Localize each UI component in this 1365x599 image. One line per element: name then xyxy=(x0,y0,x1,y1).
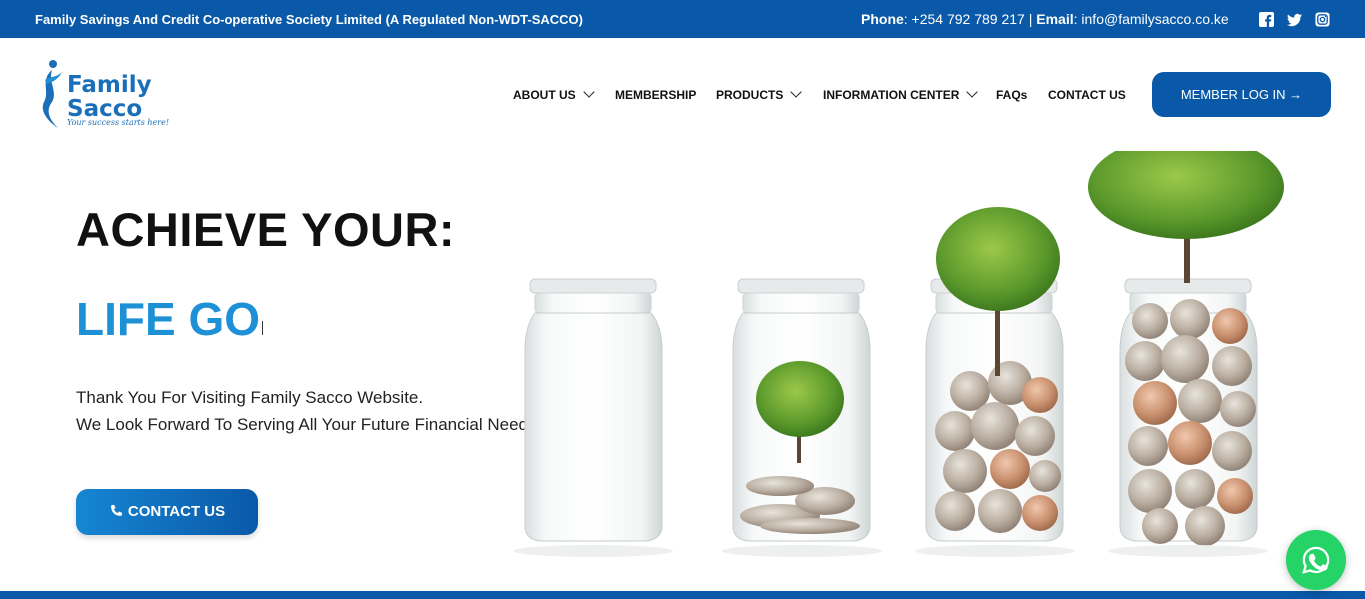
email-address[interactable]: : info@familysacco.co.ke xyxy=(1074,11,1229,27)
instagram-icon[interactable] xyxy=(1315,12,1330,27)
member-login-button[interactable]: MEMBER LOG IN → xyxy=(1152,72,1331,117)
contact-us-label: CONTACT US xyxy=(127,503,226,520)
typed-word: LIFE GO xyxy=(76,293,260,345)
contact-info: Phone: +254 792 789 217 | Email: info@fa… xyxy=(861,11,1229,27)
sacco-tagline: Family Savings And Credit Co-operative S… xyxy=(35,12,583,27)
logo-word-family: Family xyxy=(67,72,152,98)
whatsapp-icon xyxy=(1302,546,1330,574)
nav-contact-us[interactable]: CONTACT US xyxy=(1048,88,1126,102)
facebook-icon[interactable] xyxy=(1259,12,1274,27)
hero-typed-text: LIFE GO xyxy=(76,292,263,346)
nav-label: FAQs xyxy=(996,88,1028,102)
nav-label: INFORMATION CENTER xyxy=(823,88,960,102)
nav-label: PRODUCTS xyxy=(716,88,784,102)
nav-label: MEMBERSHIP xyxy=(615,88,697,102)
large-tree-jar xyxy=(1088,151,1284,557)
contact-us-button[interactable]: CONTACT US xyxy=(76,489,258,535)
hero-serving-line: We Look Forward To Serving All Your Futu… xyxy=(76,415,542,434)
nav-information-center[interactable]: INFORMATION CENTER xyxy=(823,86,979,102)
twitter-icon[interactable] xyxy=(1287,12,1302,27)
bottom-accent-bar xyxy=(0,591,1365,599)
hero-welcome-line: Thank You For Visiting Family Sacco Webs… xyxy=(76,388,424,407)
nav-membership[interactable]: MEMBERSHIP xyxy=(615,88,696,102)
nav-label: CONTACT US xyxy=(1048,88,1126,102)
logo-figure-icon xyxy=(42,60,62,128)
phone-number[interactable]: : +254 792 789 217 | xyxy=(904,11,1036,27)
phone-label: Phone xyxy=(861,11,904,27)
small-tree-jar xyxy=(722,278,882,557)
email-label: Email xyxy=(1036,11,1074,27)
nav-products[interactable]: PRODUCTS xyxy=(716,86,803,102)
hero-title: ACHIEVE YOUR: xyxy=(76,203,456,256)
nav-faqs[interactable]: FAQs xyxy=(996,88,1027,102)
top-info-bar: Family Savings And Credit Co-operative S… xyxy=(0,0,1365,38)
empty-jar xyxy=(513,278,673,557)
chevron-down-icon xyxy=(966,86,979,98)
family-sacco-logo[interactable]: Family Sacco Your success starts here! xyxy=(36,58,169,130)
hero-jars-illustration xyxy=(513,151,1284,557)
chevron-down-icon xyxy=(790,86,803,98)
logo-slogan: Your success starts here! xyxy=(67,118,170,127)
site-header: Family Sacco Your success starts here! A… xyxy=(0,38,1365,151)
chevron-down-icon xyxy=(583,86,595,98)
typing-cursor xyxy=(262,321,263,335)
phone-icon xyxy=(110,504,123,516)
nav-label: ABOUT US xyxy=(513,88,576,102)
whatsapp-chat-button[interactable] xyxy=(1286,530,1346,590)
nav-about-us[interactable]: ABOUT US xyxy=(513,86,595,102)
medium-tree-jar xyxy=(915,207,1075,557)
